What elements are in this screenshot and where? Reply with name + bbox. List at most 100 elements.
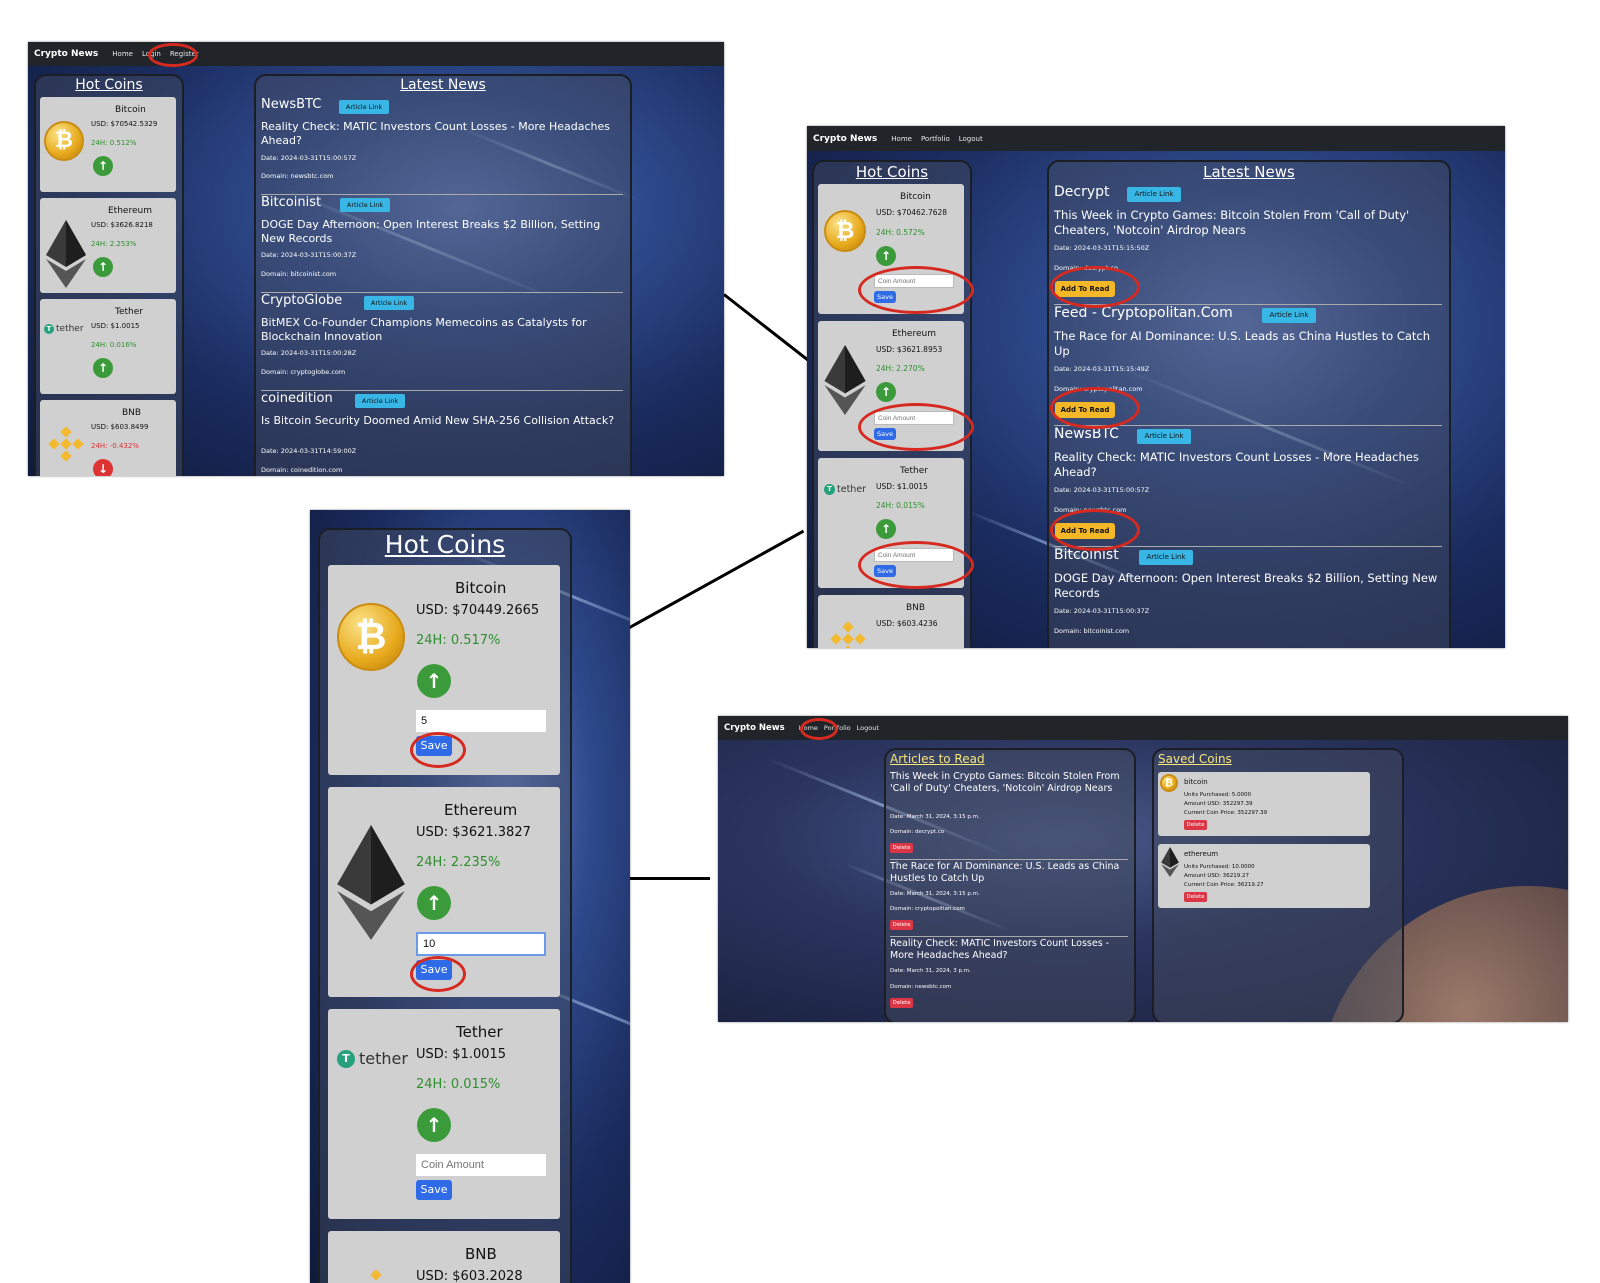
delete-button[interactable]: Delete bbox=[890, 998, 913, 1008]
coin-amount-input[interactable] bbox=[416, 932, 546, 956]
ethereum-icon bbox=[1161, 847, 1179, 877]
screenshot-home-logged-in: Crypto News Home Portfolio Logout Hot Co… bbox=[807, 126, 1505, 648]
brand[interactable]: Crypto News bbox=[813, 134, 877, 144]
coin-usd: USD: $3621.8953 bbox=[876, 345, 943, 354]
saved-coin-card-ethereum: ethereum Units Purchased: 10.0000 Amount… bbox=[1158, 844, 1370, 908]
brand[interactable]: Crypto News bbox=[724, 723, 785, 733]
news-title: Reality Check: MATIC Investors Count Los… bbox=[261, 120, 610, 147]
saved-coin-price: Current Coin Price: 352297.39 bbox=[1184, 810, 1268, 816]
article-link-button[interactable]: Article Link bbox=[1137, 429, 1191, 444]
news-title: The Race for AI Dominance: U.S. Leads as… bbox=[1054, 329, 1431, 358]
coin-amount-input[interactable] bbox=[416, 1154, 546, 1176]
tether-wordmark: tether bbox=[56, 324, 84, 334]
hot-coins-title: Hot Coins bbox=[75, 77, 143, 93]
nav-logout[interactable]: Logout bbox=[959, 135, 983, 143]
delete-button[interactable]: Delete bbox=[1184, 892, 1207, 902]
news-date: Date: 2024-03-31T15:00:57Z bbox=[1054, 486, 1150, 494]
saved-coin-units: Units Purchased: 5.0000 bbox=[1184, 792, 1252, 798]
arrow-up-icon: ↑ bbox=[417, 886, 451, 920]
article-link-button[interactable]: Article Link bbox=[1139, 550, 1193, 565]
latest-news-title: Latest News bbox=[1203, 163, 1295, 181]
highlight-circle bbox=[1050, 266, 1140, 308]
news-title: This Week in Crypto Games: Bitcoin Stole… bbox=[1054, 208, 1410, 237]
coin-change: 24H: 0.517% bbox=[416, 633, 501, 648]
hot-coins-panel: Hot Coins ₿ Bitcoin USD: $70449.2665 24H… bbox=[318, 528, 572, 1283]
highlight-circle bbox=[858, 266, 974, 314]
article-link-button[interactable]: Article Link bbox=[355, 394, 405, 408]
highlight-circle bbox=[148, 43, 198, 67]
news-domain: Domain: newsbtc.com bbox=[261, 172, 334, 180]
highlight-circle bbox=[858, 541, 974, 589]
article-link-button[interactable]: Article Link bbox=[1127, 187, 1181, 202]
article-domain: Domain: newsbtc.com bbox=[890, 984, 952, 990]
article-link-button[interactable]: Article Link bbox=[339, 100, 389, 114]
coin-card-tether: Ttether Tether USD: $1.0015 24H: 0.016% … bbox=[40, 299, 176, 394]
article-link-button[interactable]: Article Link bbox=[1262, 308, 1316, 323]
article-domain: Domain: cryptopolitan.com bbox=[890, 906, 965, 912]
saved-coin-amount: Amount USD: 36219.27 bbox=[1184, 873, 1249, 879]
coin-usd: USD: $3621.3827 bbox=[416, 825, 531, 840]
coin-usd: USD: $3626.8218 bbox=[91, 221, 153, 229]
article-title: Reality Check: MATIC Investors Count Los… bbox=[890, 938, 1110, 961]
coin-card-bnb: BNB USD: $603.2028 bbox=[328, 1231, 560, 1283]
coin-name: Tether bbox=[456, 1023, 503, 1041]
coin-name: Ethereum bbox=[892, 329, 936, 339]
tether-icon: Ttether bbox=[824, 484, 866, 495]
highlight-circle bbox=[1050, 509, 1140, 551]
news-source: NewsBTC bbox=[261, 97, 322, 112]
tether-icon: Ttether bbox=[337, 1049, 408, 1068]
news-title: BitMEX Co-Founder Champions Memecoins as… bbox=[261, 316, 587, 343]
tether-wordmark: tether bbox=[359, 1049, 408, 1068]
screenshot-hot-coins-zoom: Hot Coins ₿ Bitcoin USD: $70449.2665 24H… bbox=[310, 510, 630, 1283]
news-date: Date: 2024-03-31T15:00:57Z bbox=[261, 154, 357, 162]
news-title: DOGE Day Afternoon: Open Interest Breaks… bbox=[1054, 571, 1438, 600]
delete-button[interactable]: Delete bbox=[1184, 820, 1207, 830]
coin-name: Tether bbox=[115, 307, 143, 317]
nav-home[interactable]: Home bbox=[891, 135, 912, 143]
coin-card-bnb: BNB USD: $603.8499 24H: -0.432% ↓ bbox=[40, 400, 176, 476]
arrow-up-icon: ↑ bbox=[876, 382, 896, 402]
screenshot-portfolio: Crypto News Home Portfolio Logout Articl… bbox=[718, 716, 1568, 1022]
coin-change: 24H: 0.572% bbox=[876, 228, 925, 237]
coin-usd: USD: $603.8499 bbox=[91, 423, 149, 431]
bitcoin-icon: ₿ bbox=[44, 121, 84, 161]
highlight-circle bbox=[410, 956, 466, 992]
nav-home[interactable]: Home bbox=[112, 50, 133, 58]
connector-line bbox=[625, 529, 805, 631]
news-source: Decrypt bbox=[1054, 184, 1110, 200]
coin-name: Ethereum bbox=[108, 206, 152, 216]
coin-usd: USD: $1.0015 bbox=[416, 1047, 507, 1062]
delete-button[interactable]: Delete bbox=[890, 920, 913, 930]
brand[interactable]: Crypto News bbox=[34, 49, 98, 59]
news-date: Date: 2024-03-31T15:00:37Z bbox=[1054, 607, 1150, 615]
bitcoin-icon: ₿ bbox=[337, 603, 405, 671]
articles-title: Articles to Read bbox=[890, 752, 985, 766]
coin-amount-input[interactable] bbox=[416, 710, 546, 732]
connector-line bbox=[626, 877, 710, 880]
tether-wordmark: tether bbox=[837, 484, 867, 495]
delete-button[interactable]: Delete bbox=[890, 843, 913, 853]
news-date: Date: 2024-03-31T15:00:37Z bbox=[261, 251, 357, 259]
hot-coins-panel: Hot Coins ₿ Bitcoin USD: $70542.5329 24H… bbox=[34, 74, 184, 476]
news-domain: Domain: coinedition.com bbox=[261, 466, 343, 474]
articles-panel: Articles to Read This Week in Crypto Gam… bbox=[884, 748, 1136, 1022]
arrow-up-icon: ↑ bbox=[417, 664, 451, 698]
article-link-button[interactable]: Article Link bbox=[364, 296, 414, 310]
coin-name: Bitcoin bbox=[455, 579, 507, 597]
arrow-up-icon: ↑ bbox=[93, 257, 113, 277]
coin-usd: USD: $603.2028 bbox=[416, 1269, 523, 1283]
ethereum-icon bbox=[336, 825, 406, 940]
article-divider bbox=[890, 859, 1128, 860]
nav-logout[interactable]: Logout bbox=[857, 724, 879, 732]
coin-change: 24H: 0.016% bbox=[91, 341, 137, 349]
saved-coins-title: Saved Coins bbox=[1158, 752, 1232, 766]
arrow-down-icon: ↓ bbox=[93, 459, 113, 476]
save-button[interactable]: Save bbox=[416, 1180, 452, 1200]
news-domain: Domain: bitcoinist.com bbox=[1054, 627, 1130, 635]
article-link-button[interactable]: Article Link bbox=[340, 198, 390, 212]
ethereum-icon bbox=[46, 220, 86, 288]
coin-name: BNB bbox=[465, 1245, 497, 1263]
news-domain: Domain: bitcoinist.com bbox=[261, 270, 337, 278]
nav-portfolio[interactable]: Portfolio bbox=[921, 135, 950, 143]
coin-name: Tether bbox=[900, 466, 928, 476]
